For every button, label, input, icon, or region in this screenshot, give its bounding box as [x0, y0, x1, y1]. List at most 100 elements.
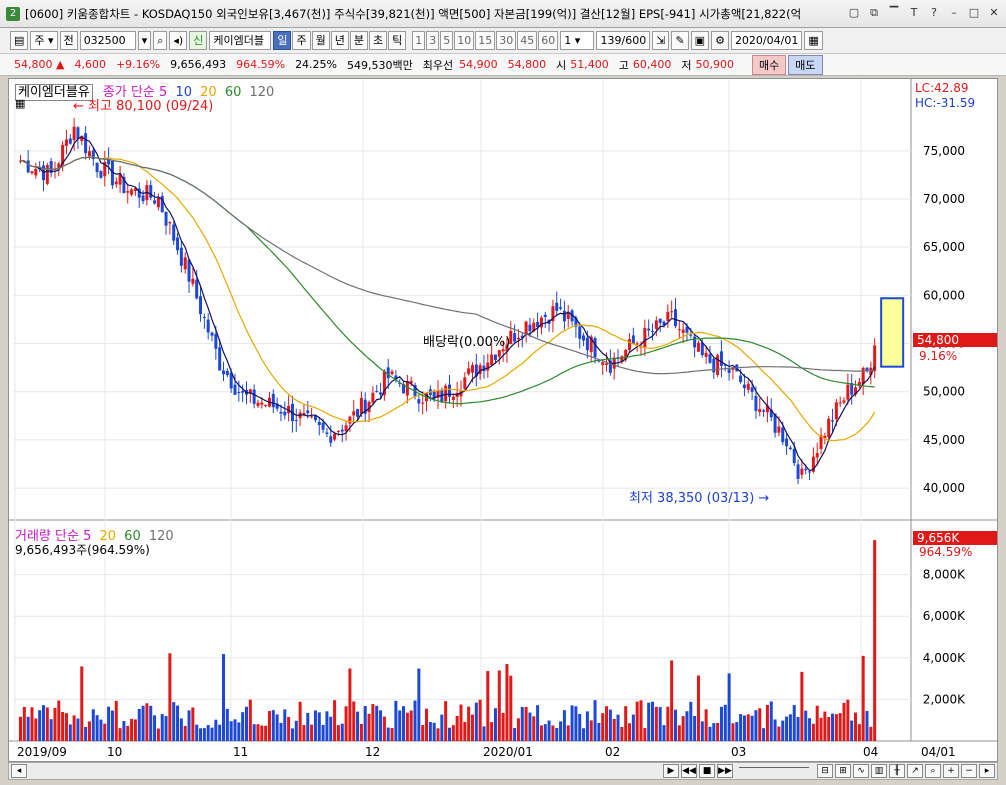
candle-body — [585, 337, 589, 351]
interval-button-2[interactable]: 5 — [440, 31, 454, 50]
candle-body — [321, 422, 325, 430]
chart-search-icon[interactable]: ⌕ — [925, 764, 941, 778]
search-icon[interactable]: ⌕ — [153, 31, 168, 50]
volume-bar — [800, 671, 804, 741]
close-icon[interactable]: ✕ — [986, 5, 1002, 21]
settings-icon[interactable]: ⚙ — [711, 31, 729, 50]
chart-type-icon[interactable]: ▤ — [10, 31, 29, 50]
volume-bar — [49, 719, 53, 741]
volume-bar — [183, 725, 187, 741]
volume-bar — [99, 719, 103, 741]
chart-scrollbar[interactable]: ◂ ▶ ◀◀ ■ ▶▶ ⊟ ⊞ ∿ ▥ ╫ ↗ ⌕ + − ▸ — [8, 762, 998, 780]
scroll-right-icon[interactable]: ▸ — [979, 764, 995, 778]
period-button-4[interactable]: 분 — [349, 31, 368, 50]
candle-body — [386, 367, 390, 379]
date-input[interactable]: 2020/04/01 — [730, 31, 803, 50]
period-button-2[interactable]: 월 — [311, 31, 330, 50]
zoom-icon[interactable]: ⇲ — [652, 31, 670, 50]
volume-bar — [593, 700, 597, 741]
period-button-6[interactable]: 틱 — [388, 31, 407, 50]
volume-bar — [110, 710, 114, 741]
interval-button-5[interactable]: 30 — [496, 31, 517, 50]
play-icon[interactable]: ▶ — [663, 764, 679, 778]
candle-body — [95, 162, 99, 173]
buy-button[interactable]: 매수 — [752, 54, 787, 75]
chart-bar-icon[interactable]: ▥ — [871, 764, 887, 778]
grid-icon[interactable]: ▦ — [15, 97, 25, 110]
volume-bar — [114, 700, 118, 741]
volume-bar — [122, 721, 126, 741]
window-title: [0600] 키움종합차트 - KOSDAQ150 외국인보유[3,467(천)… — [25, 6, 802, 21]
scroll-left-icon[interactable]: ◂ — [11, 764, 27, 778]
period-button-0[interactable]: 일 — [273, 31, 292, 50]
volume-bar — [750, 715, 754, 741]
interval-button-3[interactable]: 10 — [454, 31, 475, 50]
interval-button-4[interactable]: 15 — [475, 31, 496, 50]
step-input[interactable]: 1 ▾ — [560, 31, 595, 50]
pin-icon[interactable]: ▔ — [886, 5, 902, 21]
stock-code-input[interactable]: 032500 — [79, 31, 136, 50]
sell-button[interactable]: 매도 — [788, 54, 823, 75]
chart-trend-icon[interactable]: ↗ — [907, 764, 923, 778]
zoom-in-icon[interactable]: ⊞ — [835, 764, 851, 778]
chart-canvas[interactable]: 75,00070,00065,00060,00055,00050,00045,0… — [9, 79, 997, 761]
chart-line-icon[interactable]: ∿ — [853, 764, 869, 778]
candle-body — [800, 468, 804, 475]
save-icon[interactable]: ▣ — [690, 31, 710, 50]
open-label: 시 — [556, 58, 567, 72]
chart-candle-icon[interactable]: ╫ — [889, 764, 905, 778]
volume-bar — [574, 706, 578, 741]
new-window-icon[interactable]: ⧉ — [866, 5, 882, 21]
volume-bar — [168, 653, 172, 741]
period-button-1[interactable]: 주 — [292, 31, 311, 50]
x-tick-label: 2020/01 — [483, 745, 533, 759]
rewind-icon[interactable]: ◀◀ — [681, 764, 697, 778]
candle-body — [241, 391, 245, 393]
data-count-field[interactable]: 139/600 — [596, 31, 651, 50]
candle-body — [444, 385, 448, 402]
volume-bar — [30, 707, 34, 741]
volume-value: 9,656,493 — [170, 58, 227, 71]
volume-bar — [244, 706, 248, 741]
candle-body — [359, 397, 363, 414]
volume-bar — [103, 723, 107, 741]
zoom-out-icon[interactable]: ⊟ — [817, 764, 833, 778]
maximize-icon[interactable]: □ — [966, 5, 982, 21]
x-tick-label: 03 — [731, 745, 746, 759]
volume-bar — [842, 702, 846, 741]
candle-body — [279, 411, 283, 414]
tools-icon[interactable]: ✎ — [671, 31, 689, 50]
candle-body — [264, 405, 268, 407]
volume-bar — [371, 704, 375, 741]
volume-bar — [605, 706, 609, 741]
chart-remove-icon[interactable]: − — [961, 764, 977, 778]
candle-body — [689, 334, 693, 336]
period-button-3[interactable]: 년 — [330, 31, 349, 50]
code-dropdown-icon[interactable]: ▾ — [137, 31, 152, 50]
interval-button-0[interactable]: 1 — [412, 31, 426, 50]
help-icon[interactable]: ? — [926, 5, 942, 21]
forward-icon[interactable]: ▶▶ — [717, 764, 733, 778]
chart-area[interactable]: 75,00070,00065,00060,00055,00050,00045,0… — [8, 78, 998, 762]
candle-body — [340, 429, 344, 432]
font-icon[interactable]: T — [906, 5, 922, 21]
candle-body — [654, 320, 658, 329]
speaker-icon[interactable]: ◂) — [169, 31, 188, 50]
zoom-slider[interactable] — [739, 767, 809, 775]
tile-icon[interactable]: ▢ — [846, 5, 862, 21]
interval-button-1[interactable]: 3 — [426, 31, 440, 50]
volume-bar — [647, 702, 651, 741]
candle-body — [493, 354, 497, 361]
period-select[interactable]: 주 ▾ — [30, 31, 58, 50]
minimize-icon[interactable]: – — [946, 5, 962, 21]
chart-add-icon[interactable]: + — [943, 764, 959, 778]
period-button-5[interactable]: 초 — [368, 31, 388, 50]
prev-button[interactable]: 전 — [59, 31, 78, 50]
interval-button-7[interactable]: 60 — [538, 31, 559, 50]
candle-body — [559, 307, 563, 309]
volume-bar — [68, 724, 72, 741]
stop-icon[interactable]: ■ — [699, 764, 715, 778]
volume-bar — [788, 714, 792, 741]
interval-button-6[interactable]: 45 — [517, 31, 538, 50]
calendar-icon[interactable]: ▦ — [804, 31, 823, 50]
